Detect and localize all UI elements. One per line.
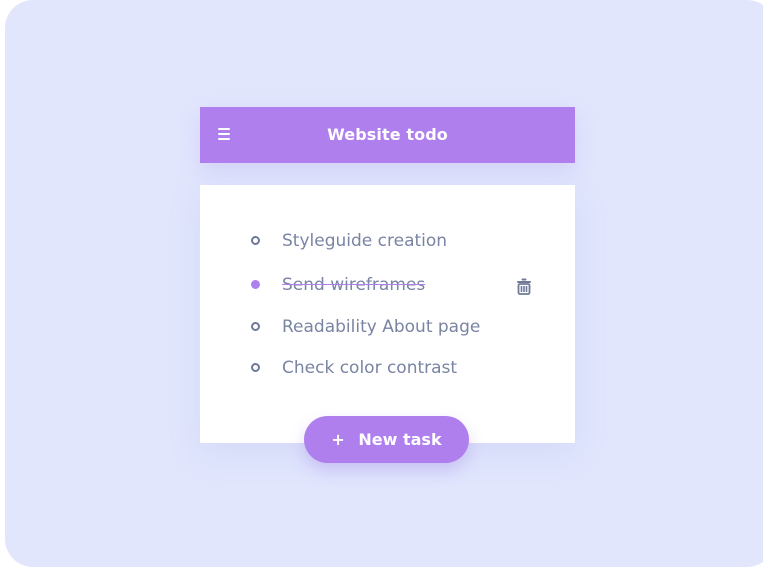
- page-title: Website todo: [327, 125, 448, 144]
- trash-icon[interactable]: [516, 278, 532, 296]
- todo-item[interactable]: Send wireframes: [250, 275, 540, 297]
- todo-checkbox[interactable]: [251, 363, 260, 372]
- todo-header: Website todo: [200, 107, 575, 163]
- todo-label-completed: Send wireframes: [282, 275, 426, 295]
- todo-label: Readability About page: [282, 317, 481, 337]
- todo-checkbox-checked[interactable]: [251, 280, 260, 289]
- todo-item[interactable]: Readability About page: [250, 317, 540, 339]
- todo-checkbox[interactable]: [251, 322, 260, 331]
- todo-label: Check color contrast: [282, 358, 458, 378]
- new-task-label: New task: [358, 430, 442, 449]
- todo-label: Styleguide creation: [282, 231, 448, 251]
- todo-list-card: Styleguide creation Send wireframes Read…: [200, 185, 575, 443]
- plus-icon: +: [331, 430, 345, 449]
- todo-checkbox[interactable]: [251, 236, 260, 245]
- new-task-button[interactable]: + New task: [304, 416, 469, 463]
- todo-item[interactable]: Check color contrast: [250, 358, 540, 380]
- todo-item[interactable]: Styleguide creation: [250, 231, 540, 253]
